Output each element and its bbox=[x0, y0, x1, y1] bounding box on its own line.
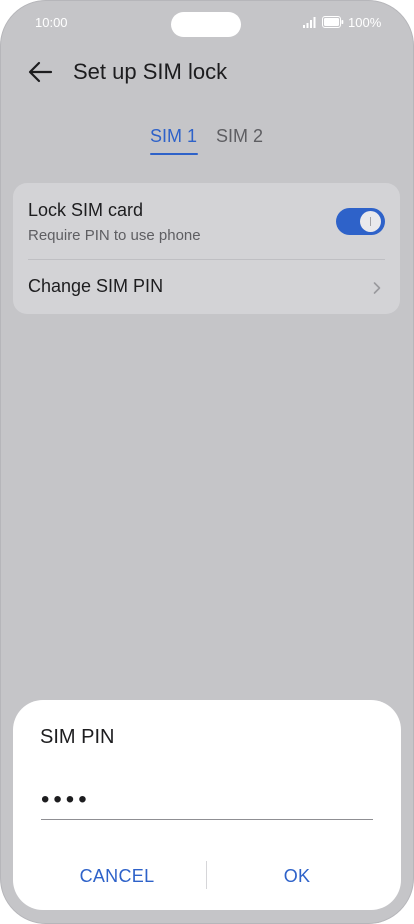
phone-screen: 10:00 100% Set up SIM lock SIM 1 SIM 2 L… bbox=[0, 0, 414, 924]
pin-input[interactable]: •••• bbox=[41, 786, 373, 820]
ok-button[interactable]: OK bbox=[220, 860, 374, 892]
battery-percentage: 100% bbox=[348, 15, 382, 30]
status-time: 10:00 bbox=[35, 15, 68, 30]
cancel-button[interactable]: CANCEL bbox=[40, 860, 194, 892]
lock-sim-card-label: Lock SIM card bbox=[28, 200, 144, 220]
battery-icon bbox=[322, 16, 344, 28]
arrow-left-icon bbox=[28, 61, 53, 83]
camera-cutout bbox=[171, 12, 241, 37]
toggle-knob bbox=[360, 211, 381, 232]
button-divider bbox=[206, 861, 207, 889]
tab-selected-indicator bbox=[150, 153, 198, 155]
toggle-knob-mark bbox=[370, 217, 371, 226]
lock-sim-card-row[interactable]: Lock SIM card Require PIN to use phone bbox=[13, 183, 400, 259]
dialog-title: SIM PIN bbox=[40, 726, 115, 748]
chevron-right-icon bbox=[373, 282, 381, 294]
settings-card: Lock SIM card Require PIN to use phone C… bbox=[13, 183, 400, 314]
status-bar: 10:00 100% bbox=[0, 0, 414, 46]
tab-sim-2[interactable]: SIM 2 bbox=[216, 126, 263, 147]
signal-icon bbox=[303, 17, 316, 28]
lock-sim-card-toggle[interactable] bbox=[336, 208, 385, 235]
change-sim-pin-label: Change SIM PIN bbox=[28, 276, 164, 296]
back-button[interactable] bbox=[26, 57, 56, 87]
tab-sim-1[interactable]: SIM 1 bbox=[150, 126, 197, 147]
sim-pin-dialog: SIM PIN •••• CANCEL OK bbox=[13, 700, 401, 910]
lock-sim-card-description: Require PIN to use phone bbox=[28, 227, 201, 244]
page-title: Set up SIM lock bbox=[73, 59, 228, 84]
change-sim-pin-row[interactable]: Change SIM PIN bbox=[13, 260, 400, 314]
